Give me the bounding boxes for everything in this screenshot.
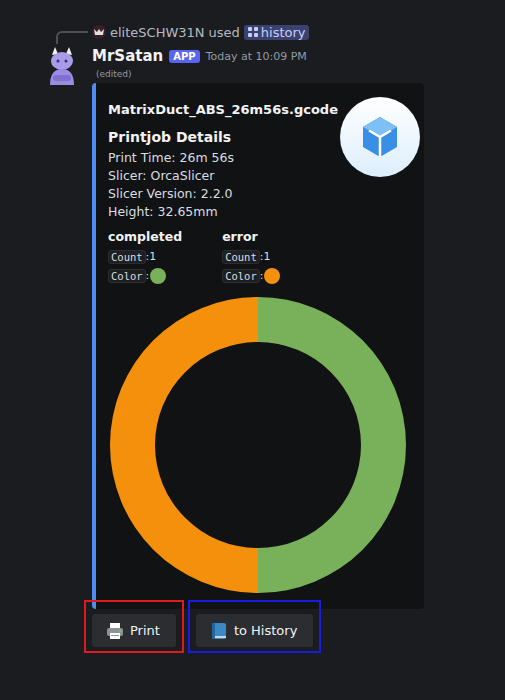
details-list: Print Time: 26m 56sSlicer: OrcaSlicerSli… bbox=[108, 149, 338, 221]
count-label: Count bbox=[222, 250, 260, 264]
count-label: Count bbox=[108, 250, 146, 264]
detail-line: Height: 32.65mm bbox=[108, 203, 338, 221]
color-label: Color bbox=[222, 269, 260, 283]
donut-chart bbox=[110, 297, 406, 593]
color-label: Color bbox=[108, 269, 146, 283]
button-label[interactable]: Print bbox=[130, 623, 160, 638]
highlight-box bbox=[188, 600, 321, 653]
print-button[interactable]: Print bbox=[92, 614, 176, 647]
field-name: error bbox=[222, 229, 280, 244]
embed-header: MatrixDuct_ABS_26m56s.gcode Printjob Deta… bbox=[108, 97, 408, 221]
count-line: Count:1 bbox=[222, 247, 280, 266]
button-label[interactable]: to History bbox=[234, 623, 297, 638]
chart-segment bbox=[110, 297, 258, 593]
chart-segment bbox=[258, 297, 406, 593]
legend-field: completedCount:1Color: bbox=[108, 229, 182, 285]
message: MrSatan APP Today at 10:09 PM (edited) Matri… bbox=[42, 45, 505, 647]
count-value: :1 bbox=[146, 250, 157, 263]
slash-command-icon bbox=[247, 26, 259, 38]
user-avatar-icon bbox=[92, 25, 106, 39]
reply-line: eliteSCHW31N used history bbox=[56, 22, 505, 42]
detail-line: Print Time: 26m 56s bbox=[108, 149, 338, 167]
highlight-box bbox=[84, 600, 184, 653]
color-dot bbox=[150, 268, 166, 284]
edited-label: (edited) bbox=[96, 69, 432, 79]
embed-title: MatrixDuct_ABS_26m56s.gcode bbox=[108, 102, 338, 117]
embed-subtitle: Printjob Details bbox=[108, 129, 338, 145]
author-row: MrSatan APP Today at 10:09 PM bbox=[92, 45, 432, 67]
embed-card: MatrixDuct_ABS_26m56s.gcode Printjob Deta… bbox=[92, 83, 424, 609]
color-line: Color: bbox=[108, 266, 182, 285]
count-value: :1 bbox=[260, 250, 271, 263]
color-separator: : bbox=[260, 269, 264, 282]
command-pill[interactable]: history bbox=[244, 25, 309, 40]
book-icon bbox=[210, 622, 228, 640]
command-name[interactable]: history bbox=[261, 25, 306, 40]
color-separator: : bbox=[146, 269, 150, 282]
printer-icon bbox=[106, 622, 124, 640]
message-content: MrSatan APP Today at 10:09 PM (edited) Matri… bbox=[92, 45, 432, 647]
legend-field: errorCount:1Color: bbox=[222, 229, 280, 285]
color-dot bbox=[264, 268, 280, 284]
app-badge: APP bbox=[169, 50, 199, 63]
bot-avatar-icon[interactable] bbox=[42, 45, 82, 85]
detail-line: Slicer Version: 2.2.0 bbox=[108, 185, 338, 203]
author-name[interactable]: MrSatan bbox=[92, 47, 163, 65]
button-row: Print to History bbox=[92, 614, 432, 647]
button-wrapper: to History bbox=[196, 614, 313, 647]
printer-logo-icon bbox=[340, 97, 420, 177]
embed-text: MatrixDuct_ABS_26m56s.gcode Printjob Deta… bbox=[108, 97, 338, 221]
timestamp: Today at 10:09 PM bbox=[206, 50, 307, 63]
field-name: completed bbox=[108, 229, 182, 244]
detail-line: Slicer: OrcaSlicer bbox=[108, 167, 338, 185]
button-wrapper: Print bbox=[92, 614, 176, 647]
reply-user[interactable]: eliteSCHW31N bbox=[110, 25, 205, 40]
reply-verb: used bbox=[209, 25, 240, 40]
reply-connector bbox=[56, 31, 88, 44]
count-line: Count:1 bbox=[108, 247, 182, 266]
legend-fields: completedCount:1Color:errorCount:1Color: bbox=[108, 229, 408, 285]
history-button[interactable]: to History bbox=[196, 614, 313, 647]
color-line: Color: bbox=[222, 266, 280, 285]
